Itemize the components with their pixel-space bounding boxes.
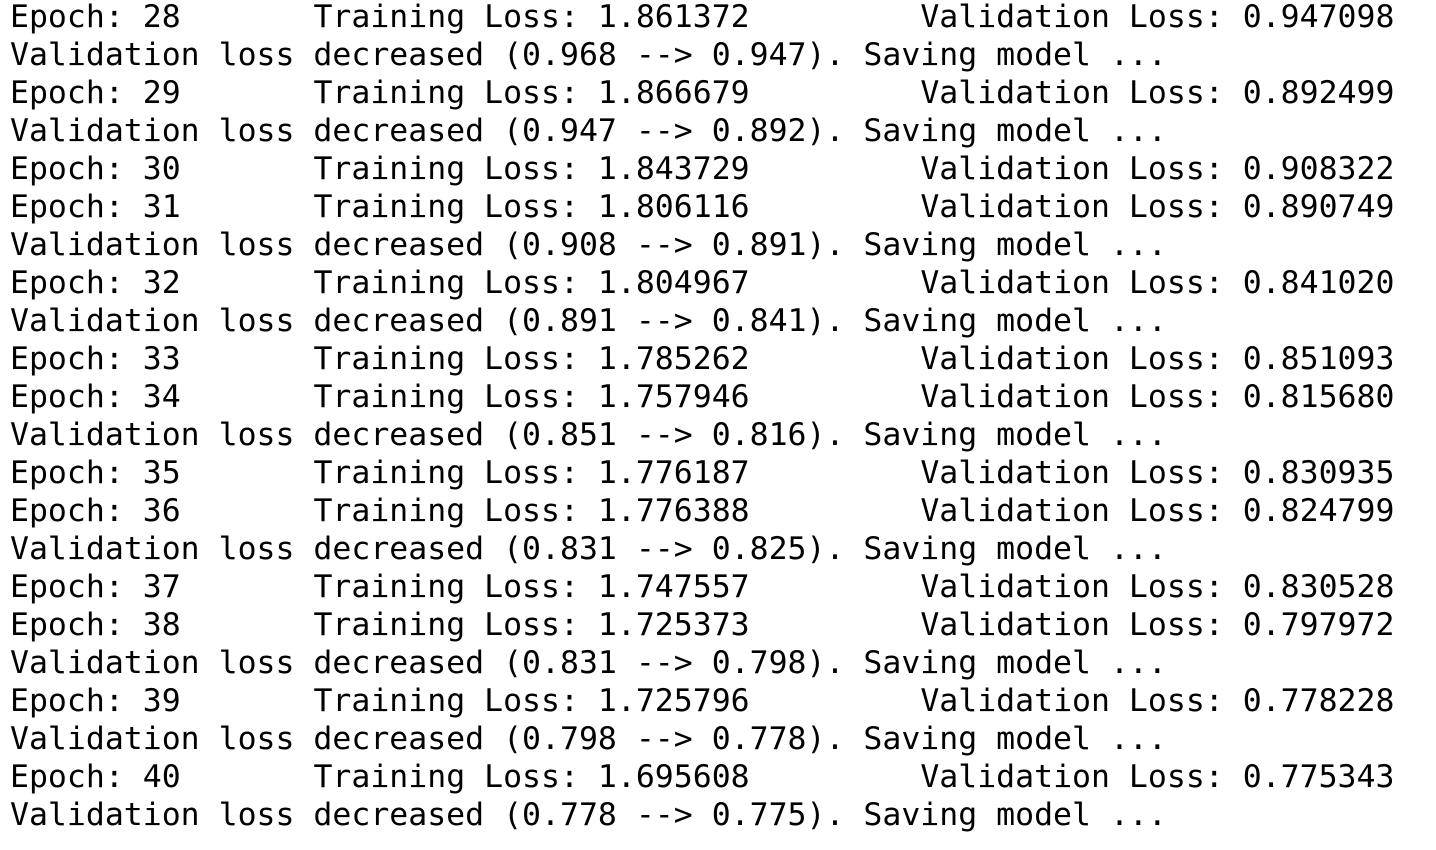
console-output: Epoch: 28 Training Loss: 1.861372 Valida… xyxy=(10,0,1430,834)
output-line: Validation loss decreased (0.968 --> 0.9… xyxy=(10,37,1167,73)
output-line: Validation loss decreased (0.778 --> 0.7… xyxy=(10,797,1167,833)
output-line: Validation loss decreased (0.798 --> 0.7… xyxy=(10,721,1167,757)
output-line: Validation loss decreased (0.908 --> 0.8… xyxy=(10,227,1167,263)
output-line: Validation loss decreased (0.947 --> 0.8… xyxy=(10,113,1167,149)
output-line: Validation loss decreased (0.891 --> 0.8… xyxy=(10,303,1167,339)
output-line: Epoch: 29 Training Loss: 1.866679 Valida… xyxy=(10,75,1395,111)
output-line: Epoch: 34 Training Loss: 1.757946 Valida… xyxy=(10,379,1395,415)
output-line: Validation loss decreased (0.831 --> 0.8… xyxy=(10,531,1167,567)
output-line: Epoch: 37 Training Loss: 1.747557 Valida… xyxy=(10,569,1395,605)
output-line: Epoch: 33 Training Loss: 1.785262 Valida… xyxy=(10,341,1395,377)
output-line: Validation loss decreased (0.851 --> 0.8… xyxy=(10,417,1167,453)
output-line: Epoch: 40 Training Loss: 1.695608 Valida… xyxy=(10,759,1395,795)
output-line: Validation loss decreased (0.831 --> 0.7… xyxy=(10,645,1167,681)
output-line: Epoch: 31 Training Loss: 1.806116 Valida… xyxy=(10,189,1395,225)
output-line: Epoch: 28 Training Loss: 1.861372 Valida… xyxy=(10,0,1395,35)
output-line: Epoch: 39 Training Loss: 1.725796 Valida… xyxy=(10,683,1395,719)
output-line: Epoch: 30 Training Loss: 1.843729 Valida… xyxy=(10,151,1395,187)
output-line: Epoch: 35 Training Loss: 1.776187 Valida… xyxy=(10,455,1395,491)
output-line: Epoch: 36 Training Loss: 1.776388 Valida… xyxy=(10,493,1395,529)
output-line: Epoch: 38 Training Loss: 1.725373 Valida… xyxy=(10,607,1395,643)
output-line: Epoch: 32 Training Loss: 1.804967 Valida… xyxy=(10,265,1395,301)
